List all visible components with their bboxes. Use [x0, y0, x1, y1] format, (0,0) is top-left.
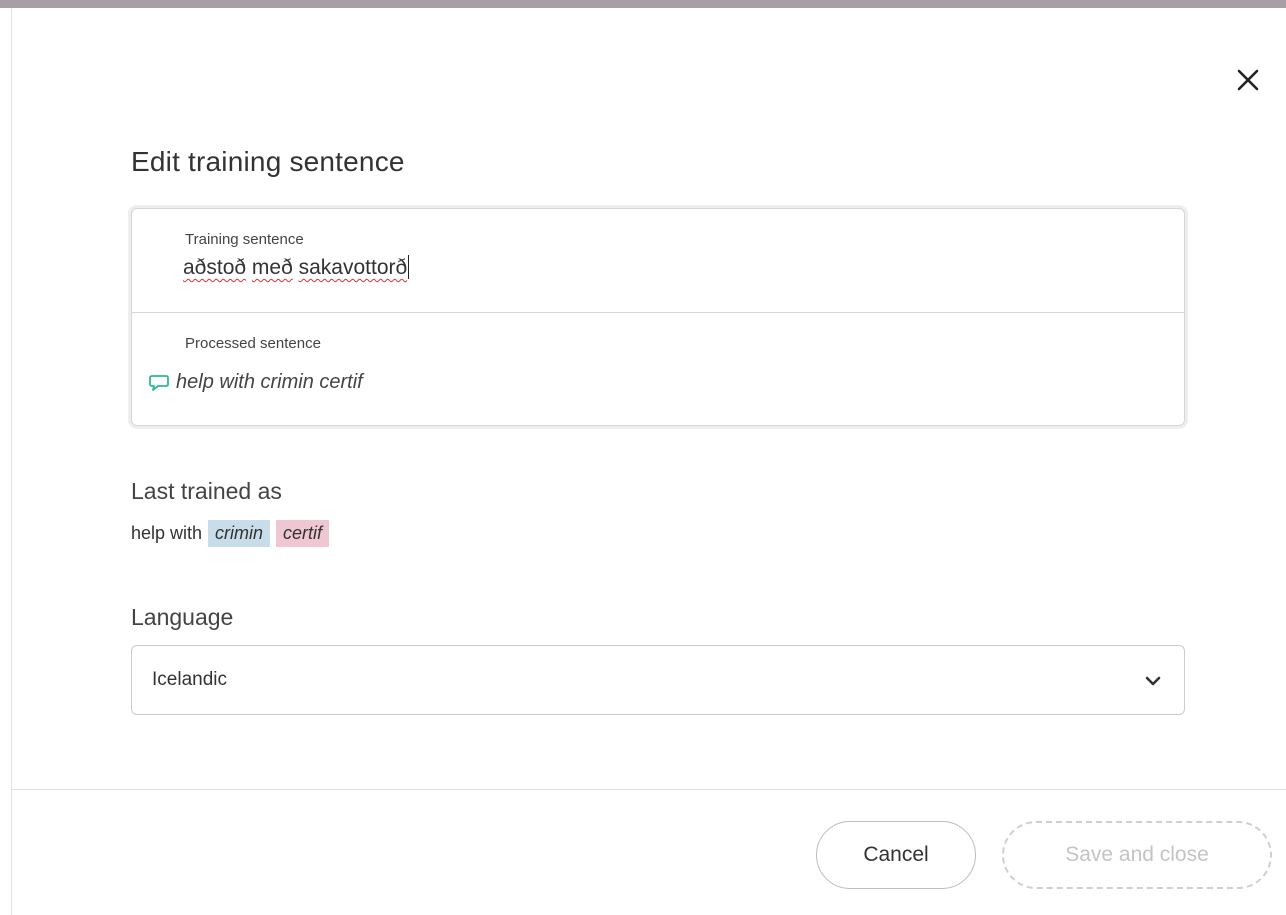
background-page-edge — [0, 8, 12, 915]
training-word: aðstoð — [183, 256, 247, 279]
processed-sentence-label: Processed sentence — [185, 335, 321, 352]
training-sentence-label: Training sentence — [185, 231, 304, 248]
edit-training-sentence-dialog: Edit training sentence Training sentence… — [12, 8, 1286, 915]
footer-divider — [12, 789, 1286, 790]
entity-tag-crimin: crimin — [208, 520, 271, 547]
language-select[interactable]: Icelandic — [131, 645, 1185, 715]
training-sentence-input[interactable]: aðstoð með sakavottorð — [183, 255, 1083, 287]
last-trained-row: help with crimin certif — [131, 520, 330, 547]
save-and-close-button[interactable]: Save and close — [1002, 821, 1272, 889]
training-sentence-field[interactable]: Training sentence aðstoð með sakavottorð — [132, 209, 1184, 313]
training-word: með — [251, 256, 293, 279]
sentence-box: Training sentence aðstoð með sakavottorð… — [131, 208, 1185, 426]
language-heading: Language — [131, 604, 234, 630]
chevron-down-icon — [1145, 676, 1161, 686]
dialog-title: Edit training sentence — [131, 146, 405, 177]
cancel-button[interactable]: Cancel — [816, 821, 976, 889]
processed-sentence-row: help with crimin certif — [148, 371, 363, 394]
close-button[interactable] — [1234, 66, 1262, 94]
entity-tag-certif: certif — [276, 520, 330, 547]
language-selected-value: Icelandic — [152, 669, 227, 690]
processed-sentence-text: help with crimin certif — [176, 371, 363, 393]
top-overlay-bar — [0, 0, 1286, 8]
last-trained-heading: Last trained as — [131, 478, 282, 504]
close-icon — [1237, 69, 1259, 91]
last-trained-plain-text: help with — [131, 523, 203, 543]
training-word: sakavottorð — [298, 256, 408, 279]
text-caret — [408, 255, 410, 279]
speech-bubble-icon — [149, 374, 169, 391]
